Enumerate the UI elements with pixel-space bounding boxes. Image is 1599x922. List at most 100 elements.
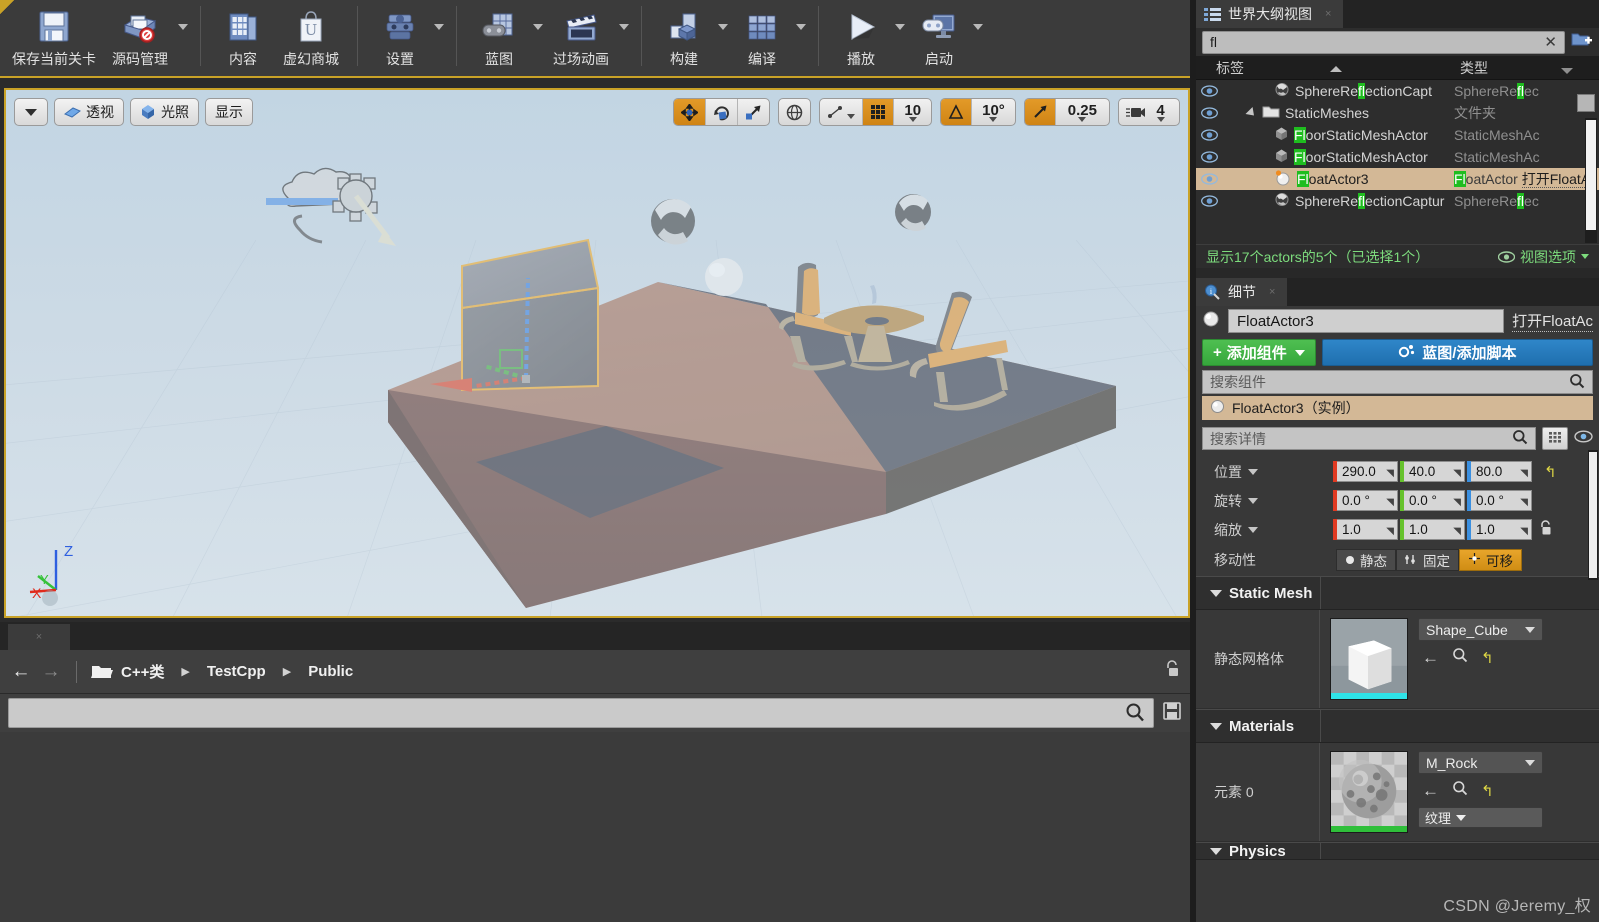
- source-control-button[interactable]: 源码管理: [104, 0, 176, 71]
- outliner-row[interactable]: FloatActor3 FloatActor 打开FloatAc: [1196, 168, 1599, 190]
- compile-caret[interactable]: [794, 0, 808, 76]
- drag-handle-icon[interactable]: ◥: [1386, 497, 1394, 508]
- rotation-label-cell[interactable]: 旋转: [1196, 491, 1336, 511]
- breadcrumb-item-1[interactable]: TestCpp: [207, 663, 266, 680]
- outliner-column-label[interactable]: 标签: [1196, 58, 1454, 78]
- scale-snap-toggle[interactable]: [1024, 99, 1056, 125]
- launch-caret[interactable]: [971, 0, 985, 76]
- reset-arrow-icon[interactable]: ↰: [1544, 463, 1557, 481]
- outliner-row[interactable]: FloorStaticMeshActor StaticMeshAc: [1196, 124, 1599, 146]
- outliner-column-type[interactable]: 类型: [1454, 58, 1599, 78]
- material-asset-picker[interactable]: M_Rock: [1418, 751, 1543, 774]
- tab-world-outliner[interactable]: 世界大纲视图 ×: [1196, 0, 1344, 28]
- surface-snap-button[interactable]: [820, 99, 864, 125]
- scale-z-input[interactable]: 1.0 ◥: [1467, 519, 1532, 540]
- rotation-y-input[interactable]: 0.0 ° ◥: [1400, 490, 1465, 511]
- outliner-view-options-button[interactable]: 视图选项: [1498, 247, 1589, 267]
- source-control-caret[interactable]: [176, 0, 190, 76]
- build-button[interactable]: 构建: [652, 0, 716, 71]
- world-space-button[interactable]: [779, 99, 810, 125]
- details-search-input[interactable]: 搜索详情: [1202, 427, 1536, 450]
- outliner-row[interactable]: FloorStaticMeshActor StaticMeshAc: [1196, 146, 1599, 168]
- nav-forward-button[interactable]: →: [40, 661, 62, 683]
- search-icon[interactable]: [1569, 373, 1585, 392]
- tab-details[interactable]: i 细节 ×: [1196, 278, 1288, 306]
- grid-view-toggle[interactable]: [1542, 427, 1568, 450]
- grid-snap-toggle[interactable]: [863, 99, 895, 125]
- actor-name-field[interactable]: FloatActor3: [1228, 309, 1505, 333]
- row-visibility-toggle[interactable]: [1196, 129, 1222, 141]
- position-x-input[interactable]: 290.0 ◥: [1333, 461, 1398, 482]
- rock-material-thumbnail[interactable]: [1330, 751, 1408, 833]
- row-visibility-toggle[interactable]: [1196, 151, 1222, 163]
- breadcrumb-item-2[interactable]: Public: [308, 663, 353, 680]
- position-z-input[interactable]: 80.0 ◥: [1467, 461, 1532, 482]
- clear-search-icon[interactable]: ✕: [1544, 33, 1557, 51]
- drag-handle-icon[interactable]: ◥: [1386, 468, 1394, 479]
- details-scrollbar[interactable]: [1588, 450, 1598, 580]
- rotation-x-input[interactable]: 0.0 ° ◥: [1333, 490, 1398, 511]
- scale-snap-value[interactable]: 0.25: [1056, 99, 1109, 125]
- drag-handle-icon[interactable]: ◥: [1386, 526, 1394, 537]
- build-caret[interactable]: [716, 0, 730, 76]
- search-icon[interactable]: [1452, 780, 1468, 801]
- viewport-lit-button[interactable]: 光照: [130, 98, 199, 126]
- scale-y-input[interactable]: 1.0 ◥: [1400, 519, 1465, 540]
- save-current-level-button[interactable]: 保存当前关卡: [4, 0, 104, 71]
- blueprint-caret[interactable]: [531, 0, 545, 76]
- row-visibility-toggle[interactable]: [1196, 195, 1222, 207]
- viewport-menu-button[interactable]: [14, 98, 48, 126]
- cinematics-caret[interactable]: [617, 0, 631, 76]
- launch-button[interactable]: 启动: [907, 0, 971, 71]
- translate-tool-button[interactable]: [674, 99, 707, 125]
- section-collapse-icon[interactable]: [1210, 722, 1222, 730]
- settings-button[interactable]: 设置: [368, 0, 432, 71]
- drag-handle-icon[interactable]: ◥: [1453, 497, 1461, 508]
- lock-ratio-icon[interactable]: [1538, 519, 1553, 541]
- row-visibility-toggle[interactable]: [1196, 173, 1222, 185]
- static-mesh-section-header[interactable]: Static Mesh: [1196, 576, 1599, 610]
- compile-button[interactable]: 编译: [730, 0, 794, 71]
- scale-tool-button[interactable]: [738, 99, 769, 125]
- search-icon[interactable]: [1125, 702, 1145, 725]
- component-search-input[interactable]: 搜索组件: [1202, 370, 1593, 394]
- camera-speed-value[interactable]: 4: [1149, 99, 1179, 125]
- search-icon[interactable]: [1512, 429, 1528, 448]
- level-viewport[interactable]: Z Y X 透视 光照 显示 10 10° 0.25 4: [4, 88, 1190, 618]
- close-icon[interactable]: ×: [36, 631, 42, 643]
- static-mesh-asset-picker[interactable]: Shape_Cube: [1418, 618, 1543, 641]
- drag-handle-icon[interactable]: ◥: [1453, 526, 1461, 537]
- angle-snap-toggle[interactable]: [941, 99, 973, 125]
- reset-arrow-icon[interactable]: ↰: [1481, 782, 1494, 800]
- mobility-static-option[interactable]: 静态: [1336, 549, 1396, 571]
- browse-back-icon[interactable]: ←: [1422, 781, 1439, 801]
- cube-thumbnail[interactable]: [1330, 618, 1408, 700]
- play-button[interactable]: 播放: [829, 0, 893, 71]
- outliner-row[interactable]: StaticMeshes 文件夹: [1196, 102, 1599, 124]
- details-eye-button[interactable]: [1574, 429, 1593, 448]
- content-button[interactable]: 内容: [211, 0, 275, 71]
- angle-snap-value[interactable]: 10°: [972, 99, 1015, 125]
- mobility-stationary-option[interactable]: 固定: [1396, 549, 1459, 571]
- close-icon[interactable]: ×: [1269, 286, 1275, 298]
- marketplace-button[interactable]: U 虚幻商城: [275, 0, 347, 71]
- viewport-maximize-toggle[interactable]: [1577, 94, 1595, 112]
- section-collapse-icon[interactable]: [1210, 589, 1222, 597]
- save-disk-icon[interactable]: [1162, 701, 1182, 726]
- texture-dropdown-button[interactable]: 纹理: [1418, 807, 1543, 828]
- outliner-scrollbar[interactable]: [1585, 118, 1597, 243]
- settings-caret[interactable]: [432, 0, 446, 76]
- disclosure-triangle-icon[interactable]: [1245, 106, 1258, 120]
- content-browser-asset-area[interactable]: [0, 732, 1190, 922]
- content-browser-tab[interactable]: ×: [8, 624, 70, 650]
- column-menu-icon[interactable]: [1561, 67, 1573, 74]
- drag-handle-icon[interactable]: ◥: [1520, 468, 1528, 479]
- new-folder-icon[interactable]: [1571, 31, 1593, 54]
- outliner-search-input[interactable]: fl ✕: [1202, 30, 1565, 54]
- rotate-tool-button[interactable]: [706, 99, 739, 125]
- materials-section-header[interactable]: Materials: [1196, 709, 1599, 743]
- viewport-perspective-button[interactable]: 透视: [54, 98, 124, 126]
- physics-section-header[interactable]: Physics: [1196, 842, 1599, 860]
- row-visibility-toggle[interactable]: [1196, 107, 1222, 119]
- scale-x-input[interactable]: 1.0 ◥: [1333, 519, 1398, 540]
